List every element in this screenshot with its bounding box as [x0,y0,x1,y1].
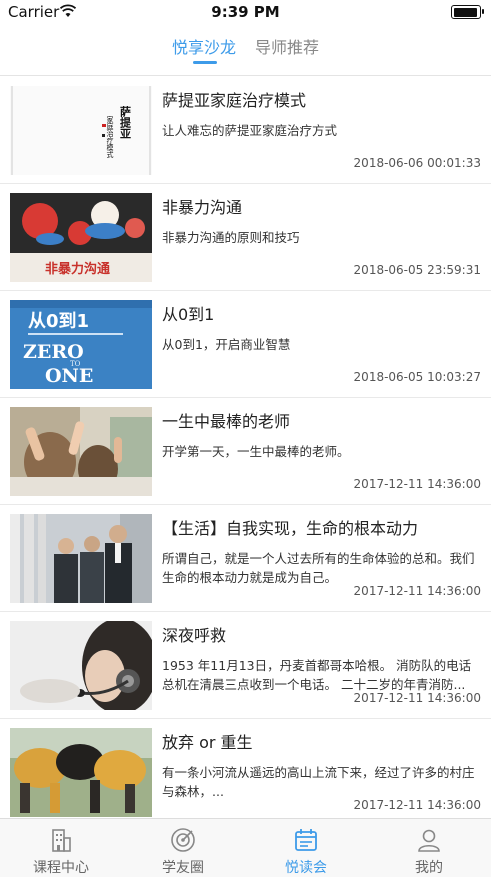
item-title: 深夜呼救 [162,626,227,645]
item-timestamp: 2018-06-05 23:59:31 [353,263,481,277]
tab-reading-club[interactable]: 悦读会 [245,819,367,877]
salon-list: 萨提亚 家庭治疗模式 萨提亚家庭治疗模式 让人难忘的萨提亚家庭治疗方式 2018… [0,77,491,818]
status-bar: Carrier 9:39 PM [0,0,491,26]
svg-text:非暴力沟通: 非暴力沟通 [45,261,110,277]
tab-profile[interactable]: 我的 [368,819,490,877]
item-description: 非暴力沟通的原则和技巧 [162,230,300,245]
item-description: 从0到1，开启商业智慧 [162,337,291,352]
item-description: 让人难忘的萨提亚家庭治疗方式 [162,123,338,138]
item-title: 从0到1 [162,305,215,324]
item-description: 开学第一天，一生中最棒的老师。 [162,444,350,459]
list-item[interactable]: 深夜呼救 1953 年11月13日，丹麦首都哥本哈根。 消防队的电话总机在清晨三… [0,612,491,719]
svg-text:家庭治疗模式: 家庭治疗模式 [106,115,114,158]
photo-operator-headset [10,621,152,710]
photo-rugby-scrum [10,728,152,817]
svg-text:ONE: ONE [45,365,93,387]
item-timestamp: 2017-12-11 14:36:00 [353,691,481,705]
top-tabs: 悦享沙龙 导师推荐 [0,26,491,76]
tab-salon[interactable]: 悦享沙龙 [172,34,236,58]
book-cover-nonviolent: 非暴力沟通 [10,193,152,282]
tab-label: 课程中心 [33,860,89,876]
tab-course-center[interactable]: 课程中心 [0,819,122,877]
item-title: 放弃 or 重生 [162,733,253,752]
svg-text:萨提亚: 萨提亚 [119,105,132,139]
item-description: 有一条小河流从遥远的高山上流下来，经过了许多的村庄与森林，... [162,765,475,799]
clock: 9:39 PM [211,3,280,21]
tab-mentor[interactable]: 导师推荐 [255,34,319,58]
tab-label: 悦读会 [285,860,327,876]
book-cover-zero-to-one: 从0到1 ZERO TO ONE [10,300,152,389]
item-description: 1953 年11月13日，丹麦首都哥本哈根。 消防队的电话总机在清晨三点收到一个… [162,658,472,692]
list-item[interactable]: 【生活】自我实现，生命的根本动力 所谓自己，就是一个人过去所有的生命体验的总和。… [0,505,491,612]
tab-classmates[interactable]: 学友圈 [122,819,244,877]
building-icon [52,829,71,852]
target-icon [171,828,195,852]
active-tab-indicator [193,61,217,64]
tab-label: 学友圈 [162,860,204,876]
item-timestamp: 2018-06-06 00:01:33 [353,156,481,170]
item-title: 萨提亚家庭治疗模式 [162,91,307,110]
item-title: 非暴力沟通 [162,198,243,217]
user-icon [418,829,440,852]
list-item[interactable]: 萨提亚 家庭治疗模式 萨提亚家庭治疗模式 让人难忘的萨提亚家庭治疗方式 2018… [0,77,491,184]
item-timestamp: 2017-12-11 14:36:00 [353,584,481,598]
list-item[interactable]: 非暴力沟通 非暴力沟通 非暴力沟通的原则和技巧 2018-06-05 23:59… [0,184,491,291]
item-timestamp: 2017-12-11 14:36:00 [353,477,481,491]
book-cover-satir: 萨提亚 家庭治疗模式 [10,86,152,175]
item-title: 一生中最棒的老师 [162,412,291,431]
tab-label: 我的 [415,860,443,876]
list-item[interactable]: 放弃 or 重生 有一条小河流从遥远的高山上流下来，经过了许多的村庄与森林，..… [0,719,491,818]
item-description: 所谓自己，就是一个人过去所有的生命体验的总和。我们生命的根本动力就是成为自己。 [162,551,475,585]
item-title: 【生活】自我实现，生命的根本动力 [162,519,419,538]
bottom-tab-bar: 课程中心 学友圈 悦读会 我的 [0,818,491,877]
item-timestamp: 2017-12-11 14:36:00 [353,798,481,812]
list-item[interactable]: 一生中最棒的老师 开学第一天，一生中最棒的老师。 2017-12-11 14:3… [0,398,491,505]
photo-classroom-hands [10,407,152,496]
battery-icon [451,5,484,19]
svg-text:从0到1: 从0到1 [28,311,89,332]
list-item[interactable]: 从0到1 ZERO TO ONE 从0到1 从0到1，开启商业智慧 2018-0… [0,291,491,398]
item-timestamp: 2018-06-05 10:03:27 [353,370,481,384]
calendar-icon [295,829,317,851]
photo-businessmen [10,514,152,603]
